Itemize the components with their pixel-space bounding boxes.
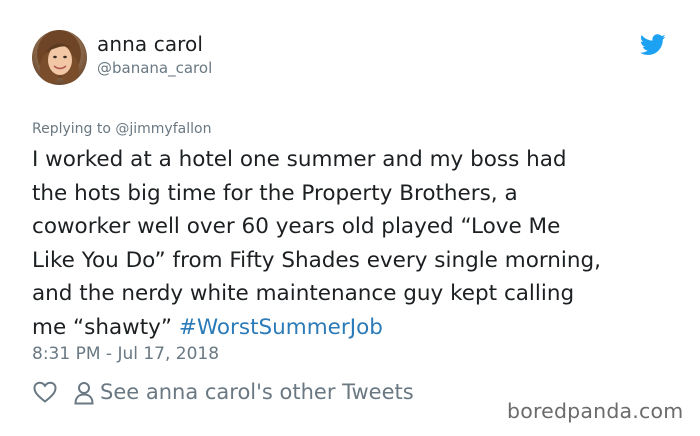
replying-to-label[interactable]: Replying to @jimmyfallon xyxy=(32,121,211,137)
timestamp[interactable]: 8:31 PM - Jul 17, 2018 xyxy=(32,344,219,364)
user-handle[interactable]: @banana_carol xyxy=(97,59,212,77)
tweet-line: coworker well over 60 years old played “… xyxy=(32,214,561,239)
tweet-line: the hots big time for the Property Broth… xyxy=(32,180,518,206)
tweet-card: anna carol @banana_carol Replying to @ji… xyxy=(0,0,700,436)
tweet-line: I worked at a hotel one summer and my bo… xyxy=(32,147,567,172)
tweet-line-last: me “shawty” #WorstSummerJob xyxy=(32,311,682,345)
avatar[interactable] xyxy=(32,30,87,85)
tweet-line: me “shawty” xyxy=(32,314,179,340)
tweet-line: and the nerdy white maintenance guy kept… xyxy=(32,281,575,306)
heart-icon[interactable] xyxy=(33,381,57,403)
other-tweets-link[interactable]: See anna carol's other Tweets xyxy=(100,380,414,404)
tweet-line: Like You Do” from Fifty Shades every sin… xyxy=(32,247,602,273)
twitter-bird-icon[interactable] xyxy=(639,34,666,56)
watermark: boredpanda.com xyxy=(507,399,684,423)
person-icon[interactable] xyxy=(74,381,94,405)
tweet-text: I worked at a hotel one summer and my bo… xyxy=(32,143,682,344)
display-name[interactable]: anna carol xyxy=(97,32,203,56)
hashtag-link[interactable]: #WorstSummerJob xyxy=(179,315,383,340)
